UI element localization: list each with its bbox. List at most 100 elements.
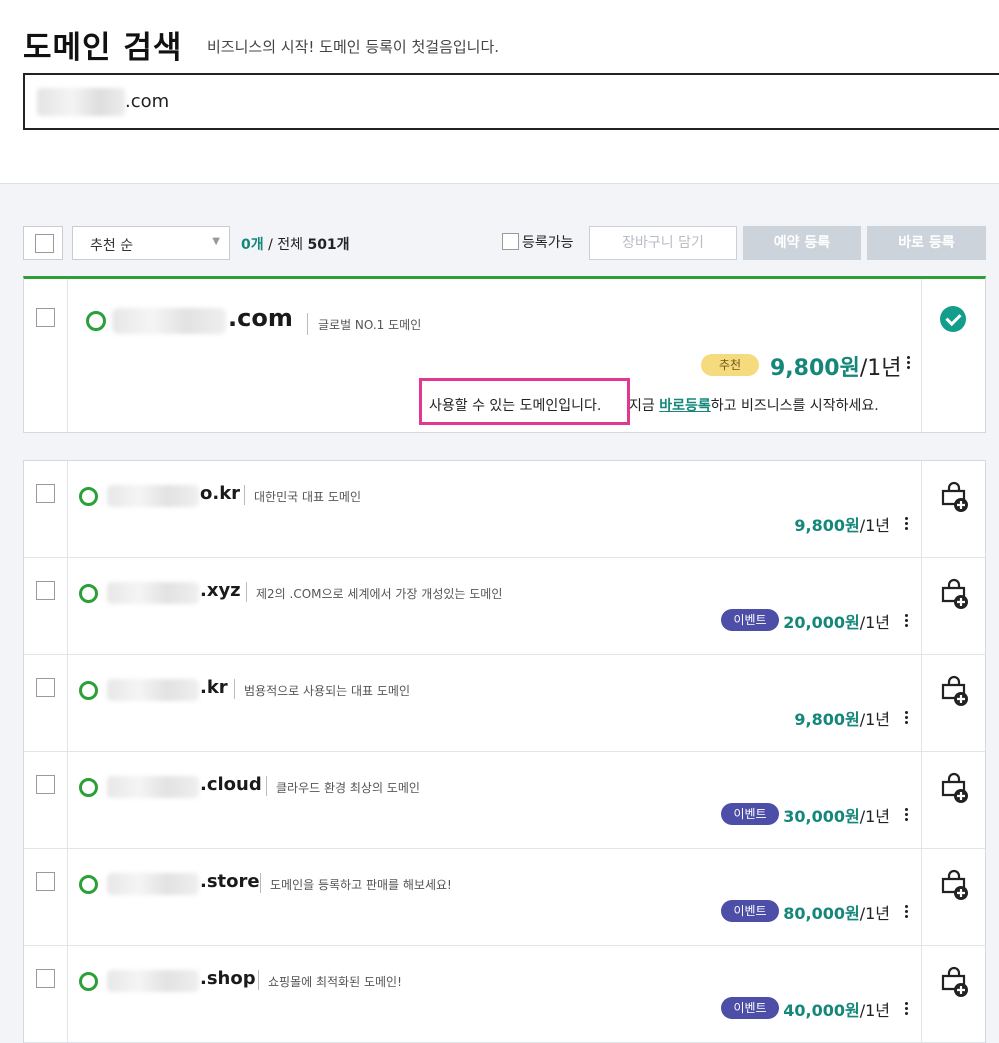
kebab-icon[interactable] [905, 614, 909, 630]
row-icon-col [921, 849, 985, 945]
main-result-checkbox[interactable] [36, 308, 55, 327]
row-checkbox[interactable] [36, 484, 55, 503]
price-amount: 20,000원 [783, 613, 860, 632]
select-all-checkbox[interactable] [23, 226, 63, 260]
main-result-description: 글로벌 NO.1 도메인 [318, 318, 422, 332]
row-check-col [24, 461, 68, 557]
cta-suffix: 하고 비즈니스를 시작하세요. [710, 398, 879, 414]
search-input-tld: .com [125, 91, 170, 112]
row-description: 제2의 .COM으로 세계에서 가장 개성있는 도메인 [256, 587, 503, 601]
divider [307, 313, 308, 335]
row-price: 20,000원/1년 [783, 609, 890, 633]
price-period: /1년 [859, 1001, 890, 1020]
available-ring-icon [79, 778, 98, 797]
row-check-col [24, 946, 68, 1042]
row-description: 범용적으로 사용되는 대표 도메인 [244, 684, 411, 698]
price-period: /1년 [859, 356, 902, 381]
row-tld: .store [200, 871, 260, 892]
page-subtitle: 비즈니스의 시작! 도메인 등록이 첫걸음입니다. [207, 38, 500, 56]
row-price: 9,800원/1년 [794, 706, 890, 730]
cart-plus-icon[interactable] [939, 869, 971, 901]
register-now-button[interactable]: 바로 등록 [867, 226, 986, 260]
row-checkbox[interactable] [36, 775, 55, 794]
row-price: 80,000원/1년 [783, 900, 890, 924]
kebab-icon[interactable] [905, 905, 909, 921]
result-count: 0개 / 전체 501개 [241, 234, 350, 254]
cart-plus-icon[interactable] [939, 481, 971, 513]
check-circle-icon[interactable] [940, 306, 966, 332]
event-badge: 이벤트 [721, 900, 779, 922]
row-check-col [24, 849, 68, 945]
price-amount: 30,000원 [783, 807, 860, 826]
row-icon-col [921, 655, 985, 751]
checkbox-box [35, 234, 54, 253]
kebab-icon[interactable] [907, 356, 911, 372]
kebab-icon[interactable] [905, 711, 909, 727]
register-now-link[interactable]: 바로등록 [659, 398, 711, 414]
cta-prefix: 지금 [629, 398, 660, 414]
price-period: /1년 [859, 904, 890, 923]
available-only-checkbox[interactable] [502, 233, 519, 250]
row-tld: .shop [200, 968, 256, 989]
cart-plus-icon[interactable] [939, 966, 971, 998]
table-row: .xyz 제2의 .COM으로 세계에서 가장 개성있는 도메인 이벤트 20,… [24, 558, 985, 655]
total-label: / 전체 [263, 237, 308, 253]
cart-plus-icon[interactable] [939, 772, 971, 804]
sort-select[interactable]: 추천 순 ▼ [72, 226, 230, 260]
available-ring-icon [79, 487, 98, 506]
price-period: /1년 [859, 516, 890, 535]
main-result-tld: .com [228, 304, 293, 332]
available-ring-icon [79, 681, 98, 700]
redacted-domain-name [107, 679, 199, 701]
row-checkbox[interactable] [36, 678, 55, 697]
available-message: 사용할 수 있는 도메인입니다. [429, 398, 602, 414]
row-checkbox[interactable] [36, 969, 55, 988]
row-price: 9,800원/1년 [794, 512, 890, 536]
redacted-domain-name [37, 88, 125, 116]
row-description: 도메인을 등록하고 판매를 해보세요! [270, 878, 452, 892]
available-ring-icon [79, 875, 98, 894]
price-period: /1년 [859, 807, 890, 826]
main-result-price: 9,800원/1년 [770, 350, 901, 382]
row-icon-col [921, 558, 985, 654]
cart-plus-icon[interactable] [939, 578, 971, 610]
available-only-filter[interactable]: 등록가능 [502, 232, 574, 252]
redacted-domain-name [107, 582, 199, 604]
available-only-label: 등록가능 [522, 235, 574, 251]
row-check-col [24, 752, 68, 848]
table-row: .cloud 클라우드 환경 최상의 도메인 이벤트 30,000원/1년 [24, 752, 985, 849]
divider [246, 582, 247, 602]
price-period: /1년 [859, 710, 890, 729]
caret-down-icon: ▼ [212, 236, 220, 247]
price-amount: 9,800원 [794, 516, 860, 535]
cart-plus-icon[interactable] [939, 675, 971, 707]
price-period: /1년 [859, 613, 890, 632]
row-price: 30,000원/1년 [783, 803, 890, 827]
search-header: 도메인 검색 비즈니스의 시작! 도메인 등록이 첫걸음입니다. .com [0, 0, 999, 184]
selected-count: 0개 [241, 237, 264, 253]
row-description: 대한민국 대표 도메인 [254, 490, 361, 504]
row-check-col [24, 655, 68, 751]
row-description: 쇼핑몰에 최적화된 도메인! [268, 975, 402, 989]
kebab-icon[interactable] [905, 1002, 909, 1018]
main-result-check-col [24, 279, 68, 432]
row-icon-col [921, 461, 985, 557]
recommend-badge: 추천 [701, 354, 759, 376]
kebab-icon[interactable] [905, 517, 909, 533]
divider [234, 679, 235, 699]
reserve-register-button[interactable]: 예약 등록 [743, 226, 861, 260]
row-checkbox[interactable] [36, 581, 55, 600]
kebab-icon[interactable] [905, 808, 909, 824]
row-checkbox[interactable] [36, 872, 55, 891]
main-result-icon-col [921, 279, 985, 432]
event-badge: 이벤트 [721, 609, 779, 631]
register-cta: 지금 바로등록하고 비즈니스를 시작하세요. [629, 395, 879, 415]
divider [244, 485, 245, 505]
add-to-cart-button[interactable]: 장바구니 담기 [589, 226, 737, 260]
redacted-domain-name [107, 873, 199, 895]
domain-search-input[interactable]: .com [23, 73, 999, 130]
redacted-domain-name [107, 485, 199, 507]
divider [260, 873, 261, 893]
table-row: o.kr 대한민국 대표 도메인 9,800원/1년 [24, 461, 985, 558]
available-ring-icon [79, 972, 98, 991]
